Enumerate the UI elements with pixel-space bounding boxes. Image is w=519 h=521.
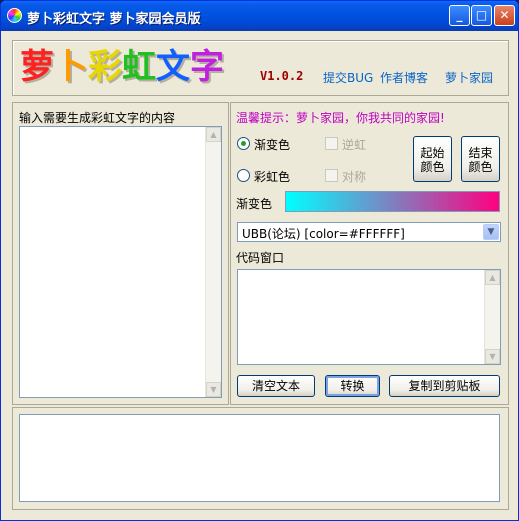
app-icon (7, 8, 22, 23)
copy-to-clipboard-button[interactable]: 复制到剪贴板 (389, 375, 500, 397)
scroll-up-icon[interactable]: ▲ (485, 270, 500, 285)
logo-char: 字 (190, 47, 224, 87)
code-textarea[interactable]: ▲ ▼ (237, 269, 501, 365)
radio-gradient[interactable] (237, 137, 250, 150)
banner: 萝卜彩虹文字 V1.0.2 提交BUG 作者博客 萝卜家园 (12, 40, 509, 96)
window-title: 萝卜彩虹文字 萝卜家园会员版 (27, 12, 201, 27)
close-button[interactable]: ✕ (494, 5, 515, 26)
app-logo: 萝卜彩虹文字 (20, 47, 224, 87)
format-select[interactable]: UBB(论坛) [color=#FFFFFF] ▼ (237, 222, 501, 242)
tip-text: 温馨提示：萝卜家园，你我共同的家园! (236, 111, 445, 125)
input-panel: 输入需要生成彩虹文字的内容 ▲ ▼ (12, 102, 229, 405)
scroll-up-icon[interactable]: ▲ (206, 127, 221, 142)
preview-area[interactable] (19, 414, 500, 502)
main-window: 萝卜彩虹文字 萝卜家园会员版 _ □ ✕ 萝卜彩虹文字 V1.0.2 提交BUG… (0, 0, 519, 521)
format-select-value: UBB(论坛) [color=#FFFFFF] (242, 227, 405, 241)
logo-char: 彩 (88, 47, 122, 87)
start-color-button[interactable]: 起始 颜色 (413, 136, 452, 182)
radio-rainbow[interactable] (237, 169, 250, 182)
code-scrollbar[interactable]: ▲ ▼ (484, 270, 500, 364)
scroll-down-icon[interactable]: ▼ (485, 349, 500, 364)
checkbox-symmetric-label: 对称 (342, 170, 367, 184)
link-report-bug[interactable]: 提交BUG (323, 69, 373, 86)
minimize-button[interactable]: _ (449, 5, 470, 26)
checkbox-reverse-label: 逆虹 (342, 138, 367, 152)
checkbox-reverse[interactable] (325, 137, 338, 150)
link-luobo-home[interactable]: 萝卜家园 (445, 69, 493, 86)
title-bar[interactable]: 萝卜彩虹文字 萝卜家园会员版 _ □ ✕ (1, 1, 518, 31)
chevron-down-icon[interactable]: ▼ (483, 224, 499, 240)
link-author-blog[interactable]: 作者博客 (380, 69, 428, 86)
preview-panel (12, 407, 509, 510)
radio-gradient-label[interactable]: 渐变色 (254, 136, 290, 153)
code-label: 代码窗口 (236, 251, 285, 265)
input-textarea[interactable]: ▲ ▼ (19, 126, 222, 398)
logo-char: 文 (156, 47, 190, 87)
logo-char: 萝 (20, 47, 54, 87)
end-color-button[interactable]: 结束 颜色 (461, 136, 500, 182)
checkbox-symmetric[interactable] (325, 169, 338, 182)
radio-rainbow-label[interactable]: 彩虹色 (254, 168, 290, 185)
gradient-label: 渐变色 (236, 197, 273, 211)
logo-char: 卜 (54, 47, 88, 87)
clear-text-button[interactable]: 清空文本 (237, 375, 315, 397)
input-label: 输入需要生成彩虹文字的内容 (19, 111, 176, 125)
gradient-preview[interactable] (285, 191, 500, 212)
scroll-down-icon[interactable]: ▼ (206, 382, 221, 397)
logo-char: 虹 (122, 47, 156, 87)
input-scrollbar[interactable]: ▲ ▼ (205, 127, 221, 397)
maximize-button[interactable]: □ (471, 5, 492, 26)
convert-button[interactable]: 转换 (325, 375, 380, 397)
version-label: V1.0.2 (260, 69, 304, 83)
options-panel: 温馨提示：萝卜家园，你我共同的家园! 渐变色 逆虹 彩虹色 对称 起始 颜色 结… (230, 102, 509, 405)
